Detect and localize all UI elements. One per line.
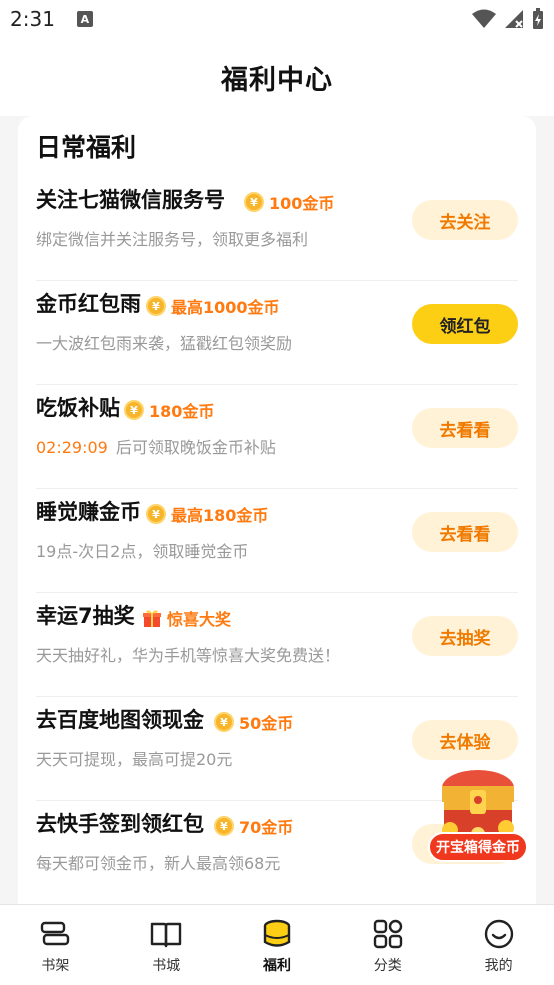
task-action-button[interactable]: 去抽奖 [412, 616, 518, 656]
task-action-button[interactable]: 去关注 [412, 200, 518, 240]
title-bar: 福利中心 [0, 38, 554, 116]
task-row: 关注七猫微信服务号 ¥100金币绑定微信并关注服务号，领取更多福利 去关注 [36, 176, 518, 281]
task-reward: ¥100金币 [244, 190, 334, 214]
tab-label: 我的 [484, 958, 513, 974]
task-reward: ¥180金币 [124, 398, 214, 422]
treasure-chest-button[interactable]: 开宝箱得金币 [428, 832, 528, 862]
task-row: 幸运7抽奖 惊喜大奖天天抽好礼，华为手机等惊喜大奖免费送！ 去抽奖 [36, 592, 518, 697]
signal-icon [505, 10, 523, 28]
task-description-text: 天天抽好礼，华为手机等惊喜大奖免费送！ [36, 646, 341, 665]
wifi-icon [472, 9, 496, 28]
coin-icon: ¥ [146, 296, 166, 316]
task-row: 吃饭补贴 ¥180金币 02:29:09 后可领取晚饭金币补贴 去看看 [36, 384, 518, 489]
task-name: 金币红包雨 [36, 292, 141, 316]
task-action-button[interactable]: 去体验 [412, 720, 518, 760]
task-description-text: 绑定微信并关注服务号，领取更多福利 [36, 230, 309, 249]
bookshelf-icon [41, 921, 70, 946]
task-reward-text: 最高1000金币 [171, 298, 280, 317]
notification-a-icon: A [76, 11, 93, 27]
gift-icon [143, 610, 161, 627]
task-action-button[interactable]: 领红包 [412, 304, 518, 344]
tab-label: 书城 [152, 958, 181, 974]
task-description: 一大波红包雨来袭，猛戳红包领奖励 [36, 330, 292, 354]
tab-label: 福利 [262, 958, 291, 974]
task-action-button[interactable]: 去看看 [412, 408, 518, 448]
task-name: 关注七猫微信服务号 [36, 188, 225, 212]
task-name: 去快手签到领红包 [36, 812, 204, 836]
task-description: 天天抽好礼，华为手机等惊喜大奖免费送！ [36, 642, 340, 666]
task-reward: ¥ 最高1000金币 [146, 294, 280, 318]
task-description-text: 一大波红包雨来袭，猛戳红包领奖励 [36, 334, 293, 353]
task-reward-text: 100金币 [269, 194, 335, 213]
task-description: 天天可提现，最高可提20元 [36, 746, 232, 770]
task-reward-text: 180金币 [149, 402, 215, 421]
task-description: 每天都可领金币，新人最高领68元 [36, 850, 280, 874]
section-title: 日常福利 [36, 133, 137, 162]
task-description: 绑定微信并关注服务号，领取更多福利 [36, 226, 308, 250]
status-time: 2:31 [10, 7, 55, 31]
task-name: 幸运7抽奖 [36, 604, 135, 628]
task-reward-text: 50金币 [239, 714, 294, 733]
coin-icon: ¥ [146, 504, 166, 524]
task-reward: ¥ 最高180金币 [146, 502, 268, 526]
task-description-text: 19点-次日2点，领取睡觉金币 [36, 542, 249, 561]
battery-icon [533, 8, 543, 29]
coin-icon: ¥ [244, 192, 264, 212]
task-reward-text: 惊喜大奖 [167, 610, 232, 629]
tab-welfare[interactable]: 福利 [222, 905, 333, 985]
tab-category[interactable]: 分类 [332, 905, 443, 985]
coin-icon: ¥ [214, 712, 234, 732]
coin-icon: ¥ [124, 400, 144, 420]
tab-label: 书架 [41, 958, 70, 974]
task-reward: ¥70金币 [214, 814, 293, 838]
page-title: 福利中心 [221, 64, 333, 96]
countdown-timer: 02:29:09 [36, 438, 108, 457]
tab-mine[interactable]: 我的 [443, 905, 554, 985]
status-indicators [472, 8, 544, 30]
tab-bookshelf[interactable]: 书架 [0, 905, 111, 985]
smile-face-icon [484, 919, 513, 949]
task-action-button[interactable]: 去看看 [412, 512, 518, 552]
book-open-icon [150, 922, 182, 948]
task-name: 去百度地图领现金 [36, 708, 204, 732]
task-row: 金币红包雨 ¥ 最高1000金币一大波红包雨来袭，猛戳红包领奖励 领红包 [36, 280, 518, 385]
task-name: 吃饭补贴 [36, 396, 120, 420]
task-reward: ¥50金币 [214, 710, 293, 734]
task-description: 19点-次日2点，领取睡觉金币 [36, 538, 248, 562]
status-bar: 2:31 A [0, 0, 554, 38]
task-description: 02:29:09 后可领取晚饭金币补贴 [36, 434, 276, 458]
grid-icon [373, 919, 402, 949]
task-description-text: 天天可提现，最高可提20元 [36, 750, 233, 769]
task-reward-text: 70金币 [239, 818, 294, 837]
task-reward-text: 最高180金币 [171, 506, 269, 525]
task-description-text: 每天都可领金币，新人最高领68元 [36, 854, 281, 873]
task-name: 睡觉赚金币 [36, 500, 141, 524]
welfare-icon [263, 919, 291, 947]
bottom-tab-bar: 书架 书城 福利 分类 我的 [0, 904, 554, 985]
task-reward: 惊喜大奖 [142, 606, 231, 630]
task-row: 睡觉赚金币 ¥ 最高180金币 19点-次日2点，领取睡觉金币 去看看 [36, 488, 518, 593]
task-description-text: 后可领取晚饭金币补贴 [115, 438, 276, 457]
coin-icon: ¥ [214, 816, 234, 836]
tab-bookstore[interactable]: 书城 [111, 905, 222, 985]
tab-label: 分类 [373, 958, 402, 974]
